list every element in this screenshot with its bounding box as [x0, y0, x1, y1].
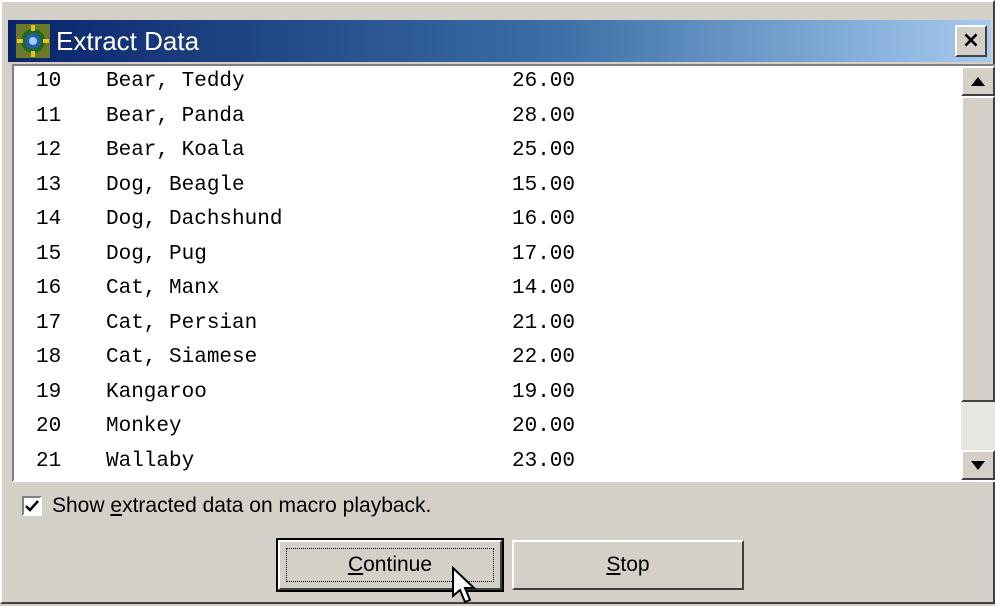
- item-id: 19: [36, 380, 62, 404]
- item-name: Kangaroo: [106, 380, 207, 404]
- item-name: Dog, Beagle: [106, 173, 245, 197]
- list-item[interactable]: 15 Dog, Pug 17.00: [14, 239, 959, 274]
- item-id: 15: [36, 242, 62, 266]
- item-price: 16.00: [512, 208, 576, 231]
- checkmark-icon: [25, 500, 39, 512]
- arrow-up-icon: [971, 76, 985, 86]
- list-item[interactable]: 19 Kangaroo 19.00: [14, 377, 959, 412]
- item-id: 16: [36, 277, 62, 300]
- item-name: Bear, Koala: [106, 139, 245, 162]
- item-price: 17.00: [512, 242, 576, 266]
- item-name: Cat, Siamese: [106, 346, 258, 369]
- item-name: Bear, Panda: [106, 104, 245, 128]
- close-button[interactable]: ×: [955, 25, 987, 57]
- scrollbar-thumb[interactable]: [961, 96, 995, 402]
- item-id: 10: [36, 70, 62, 93]
- item-id: 17: [36, 311, 62, 335]
- list-rows: 10 Bear, Teddy 26.00 11 Bear, Panda 28.00 12 Be…: [14, 66, 959, 480]
- label-mnemonic: e: [110, 494, 123, 517]
- item-name: Dog, Pug: [106, 242, 207, 266]
- scroll-up-button[interactable]: [961, 66, 995, 96]
- list-item[interactable]: 17 Cat, Persian 21.00: [14, 308, 959, 343]
- list-item[interactable]: 11 Bear, Panda 28.00: [14, 101, 959, 136]
- item-name: Cat, Persian: [106, 311, 258, 335]
- title-bar[interactable]: Extract Data ×: [8, 20, 991, 62]
- item-price: 26.00: [512, 70, 576, 93]
- app-icon: [16, 24, 50, 58]
- item-name: Dog, Dachshund: [106, 208, 283, 231]
- item-price: 23.00: [512, 449, 576, 473]
- vertical-scrollbar[interactable]: [961, 66, 995, 480]
- item-price: 21.00: [512, 311, 576, 335]
- item-name: Monkey: [106, 415, 182, 438]
- item-id: 21: [36, 449, 62, 473]
- list-item[interactable]: 12 Bear, Koala 25.00: [14, 135, 959, 170]
- item-id: 20: [36, 415, 62, 438]
- item-price: 25.00: [512, 139, 576, 162]
- list-item[interactable]: 21 Wallaby 23.00: [14, 446, 959, 481]
- close-icon: ×: [961, 28, 981, 53]
- item-name: Wallaby: [106, 449, 195, 473]
- item-price: 19.00: [512, 380, 576, 404]
- arrow-down-icon: [971, 460, 985, 470]
- item-id: 14: [36, 208, 62, 231]
- show-extracted-option[interactable]: Show extracted data on macro playback.: [22, 494, 431, 518]
- extracted-data-list[interactable]: 10 Bear, Teddy 26.00 11 Bear, Panda 28.00 12 Be…: [12, 64, 995, 482]
- item-price: 28.00: [512, 104, 576, 128]
- item-price: 15.00: [512, 173, 576, 197]
- item-name: Cat, Manx: [106, 277, 220, 300]
- list-item[interactable]: 14 Dog, Dachshund 16.00: [14, 204, 959, 239]
- list-item[interactable]: 18 Cat, Siamese 22.00: [14, 342, 959, 377]
- list-item[interactable]: 10 Bear, Teddy 26.00: [14, 66, 959, 101]
- list-item[interactable]: 16 Cat, Manx 14.00: [14, 273, 959, 308]
- stop-button[interactable]: Stop: [512, 540, 744, 590]
- item-id: 18: [36, 346, 62, 369]
- mouse-pointer-icon: [452, 566, 477, 604]
- item-id: 12: [36, 139, 62, 162]
- list-item[interactable]: 20 Monkey 20.00: [14, 411, 959, 446]
- stop-rest: top: [620, 553, 650, 576]
- item-price: 20.00: [512, 415, 576, 438]
- stop-label: Stop: [606, 553, 649, 577]
- extract-data-dialog: Extract Data × 10 Bear, Teddy 26.00 11 Bear,…: [0, 0, 995, 604]
- item-price: 14.00: [512, 277, 576, 300]
- item-price: 22.00: [512, 346, 576, 369]
- scroll-down-button[interactable]: [961, 450, 995, 480]
- list-item[interactable]: 13 Dog, Beagle 15.00: [14, 170, 959, 205]
- label-prefix: Show: [52, 494, 111, 517]
- stop-mnemonic: S: [606, 553, 621, 576]
- item-name: Bear, Teddy: [106, 70, 245, 93]
- label-suffix: xtracted data on macro playback.: [122, 494, 432, 517]
- show-extracted-label: Show extracted data on macro playback.: [52, 494, 431, 518]
- item-id: 11: [36, 104, 62, 128]
- item-id: 13: [36, 173, 62, 197]
- window-title: Extract Data: [56, 25, 200, 56]
- show-extracted-checkbox[interactable]: [22, 496, 42, 516]
